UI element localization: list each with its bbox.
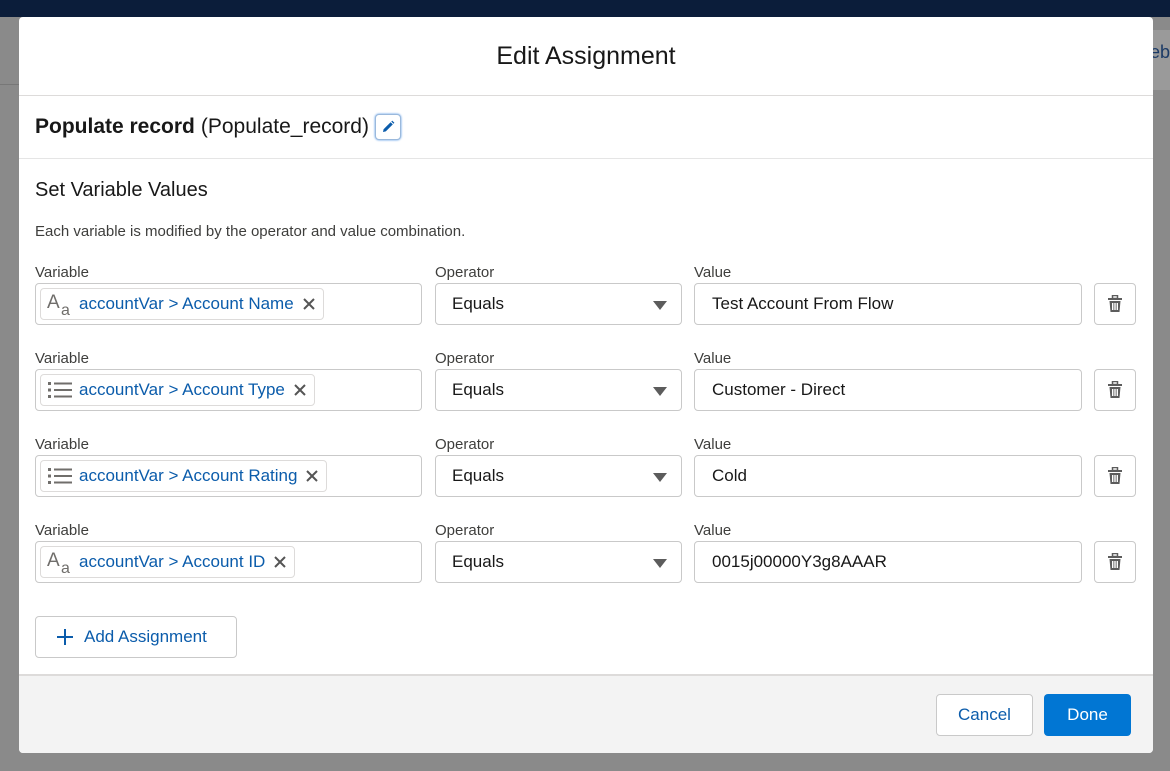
variable-field[interactable]: accountVar > Account Type (35, 369, 422, 411)
element-name-row: Populate record (Populate_record) (19, 96, 1153, 159)
operator-select[interactable]: Equals (435, 541, 682, 583)
operator-select[interactable]: Equals (435, 369, 682, 411)
svg-text:a: a (61, 560, 70, 575)
variable-pill[interactable]: A a accountVar > Account Name (40, 288, 324, 320)
edit-assignment-modal: Edit Assignment Populate record (Populat… (19, 17, 1153, 753)
value-input[interactable]: 0015j00000Y3g8AAAR (694, 541, 1082, 583)
close-icon (302, 298, 315, 310)
value-input[interactable]: Test Account From Flow (694, 283, 1082, 325)
value-label: Value (694, 436, 732, 453)
assignment-row: Variable Operator Value A a accountVar >… (35, 522, 1137, 608)
trash-icon (1108, 295, 1122, 312)
edit-element-button[interactable] (374, 114, 401, 140)
modal-title: Edit Assignment (496, 41, 676, 70)
add-assignment-label: Add Assignment (84, 627, 207, 646)
assignment-list: Variable Operator Value A a accountVar >… (35, 264, 1137, 608)
variable-pill-label: accountVar > Account ID (79, 552, 266, 571)
text-type-icon: A a (45, 549, 75, 575)
variable-pill-label: accountVar > Account Name (79, 294, 294, 313)
chevron-down-icon (653, 473, 667, 482)
pencil-icon (382, 120, 395, 132)
delete-assignment-button[interactable] (1094, 541, 1136, 583)
variable-field[interactable]: A a accountVar > Account ID (35, 541, 422, 583)
variable-pill-label: accountVar > Account Type (79, 380, 285, 399)
trash-icon (1108, 553, 1122, 570)
trash-icon (1108, 467, 1122, 484)
modal-body: Set Variable Values Each variable is mod… (19, 179, 1153, 608)
value-input[interactable]: Customer - Direct (694, 369, 1082, 411)
background-divider (0, 84, 20, 85)
assignment-row: Variable Operator Value accountVar > Acc… (35, 436, 1137, 522)
variable-label: Variable (35, 264, 89, 281)
app-header-bar (0, 0, 1170, 17)
remove-variable-button[interactable] (290, 380, 310, 400)
operator-label: Operator (435, 350, 495, 367)
section-description: Each variable is modified by the operato… (35, 223, 466, 240)
svg-text:A: A (47, 292, 60, 313)
operator-label: Operator (435, 436, 495, 453)
element-api-name: (Populate_record) (200, 115, 369, 138)
picklist-icon (45, 377, 75, 403)
assignment-row: Variable Operator Value accountVar > Acc… (35, 350, 1137, 436)
variable-pill[interactable]: A a accountVar > Account ID (40, 546, 296, 578)
operator-label: Operator (435, 264, 495, 281)
variable-label: Variable (35, 350, 89, 367)
chevron-down-icon (653, 387, 667, 396)
operator-value: Equals (452, 294, 504, 313)
delete-assignment-button[interactable] (1094, 455, 1136, 497)
trash-icon (1108, 381, 1122, 398)
svg-text:A: A (47, 550, 60, 571)
variable-pill[interactable]: accountVar > Account Type (40, 374, 315, 406)
variable-pill-label: accountVar > Account Rating (79, 466, 298, 485)
operator-value: Equals (452, 380, 504, 399)
value-label: Value (694, 522, 732, 539)
modal-header: Edit Assignment (19, 17, 1153, 96)
delete-assignment-button[interactable] (1094, 283, 1136, 325)
variable-label: Variable (35, 436, 89, 453)
value-text: Cold (712, 466, 747, 485)
operator-value: Equals (452, 552, 504, 571)
chevron-down-icon (653, 559, 667, 568)
modal-footer: Cancel Done (19, 674, 1153, 753)
remove-variable-button[interactable] (299, 294, 319, 314)
variable-label: Variable (35, 522, 89, 539)
value-text: 0015j00000Y3g8AAAR (712, 552, 887, 571)
value-text: Test Account From Flow (712, 294, 894, 313)
element-label: Populate record (35, 115, 195, 138)
svg-text:a: a (61, 302, 70, 317)
add-assignment-button[interactable]: Add Assignment (35, 616, 237, 658)
cancel-button[interactable]: Cancel (936, 694, 1033, 736)
remove-variable-button[interactable] (302, 466, 322, 486)
operator-value: Equals (452, 466, 504, 485)
close-icon (306, 470, 319, 482)
operator-label: Operator (435, 522, 495, 539)
text-type-icon: A a (45, 291, 75, 317)
close-icon (294, 384, 306, 396)
operator-select[interactable]: Equals (435, 283, 682, 325)
variable-pill[interactable]: accountVar > Account Rating (40, 460, 328, 492)
picklist-icon (45, 463, 75, 489)
done-button[interactable]: Done (1044, 694, 1131, 736)
variable-field[interactable]: accountVar > Account Rating (35, 455, 422, 497)
delete-assignment-button[interactable] (1094, 369, 1136, 411)
value-text: Customer - Direct (712, 380, 846, 399)
remove-variable-button[interactable] (270, 552, 290, 572)
value-label: Value (694, 264, 732, 281)
operator-select[interactable]: Equals (435, 455, 682, 497)
value-input[interactable]: Cold (694, 455, 1082, 497)
section-title: Set Variable Values (35, 179, 208, 201)
variable-field[interactable]: A a accountVar > Account Name (35, 283, 422, 325)
plus-icon (57, 629, 73, 645)
assignment-row: Variable Operator Value A a accountVar >… (35, 264, 1137, 350)
value-label: Value (694, 350, 732, 367)
close-icon (274, 556, 287, 568)
chevron-down-icon (653, 301, 667, 310)
